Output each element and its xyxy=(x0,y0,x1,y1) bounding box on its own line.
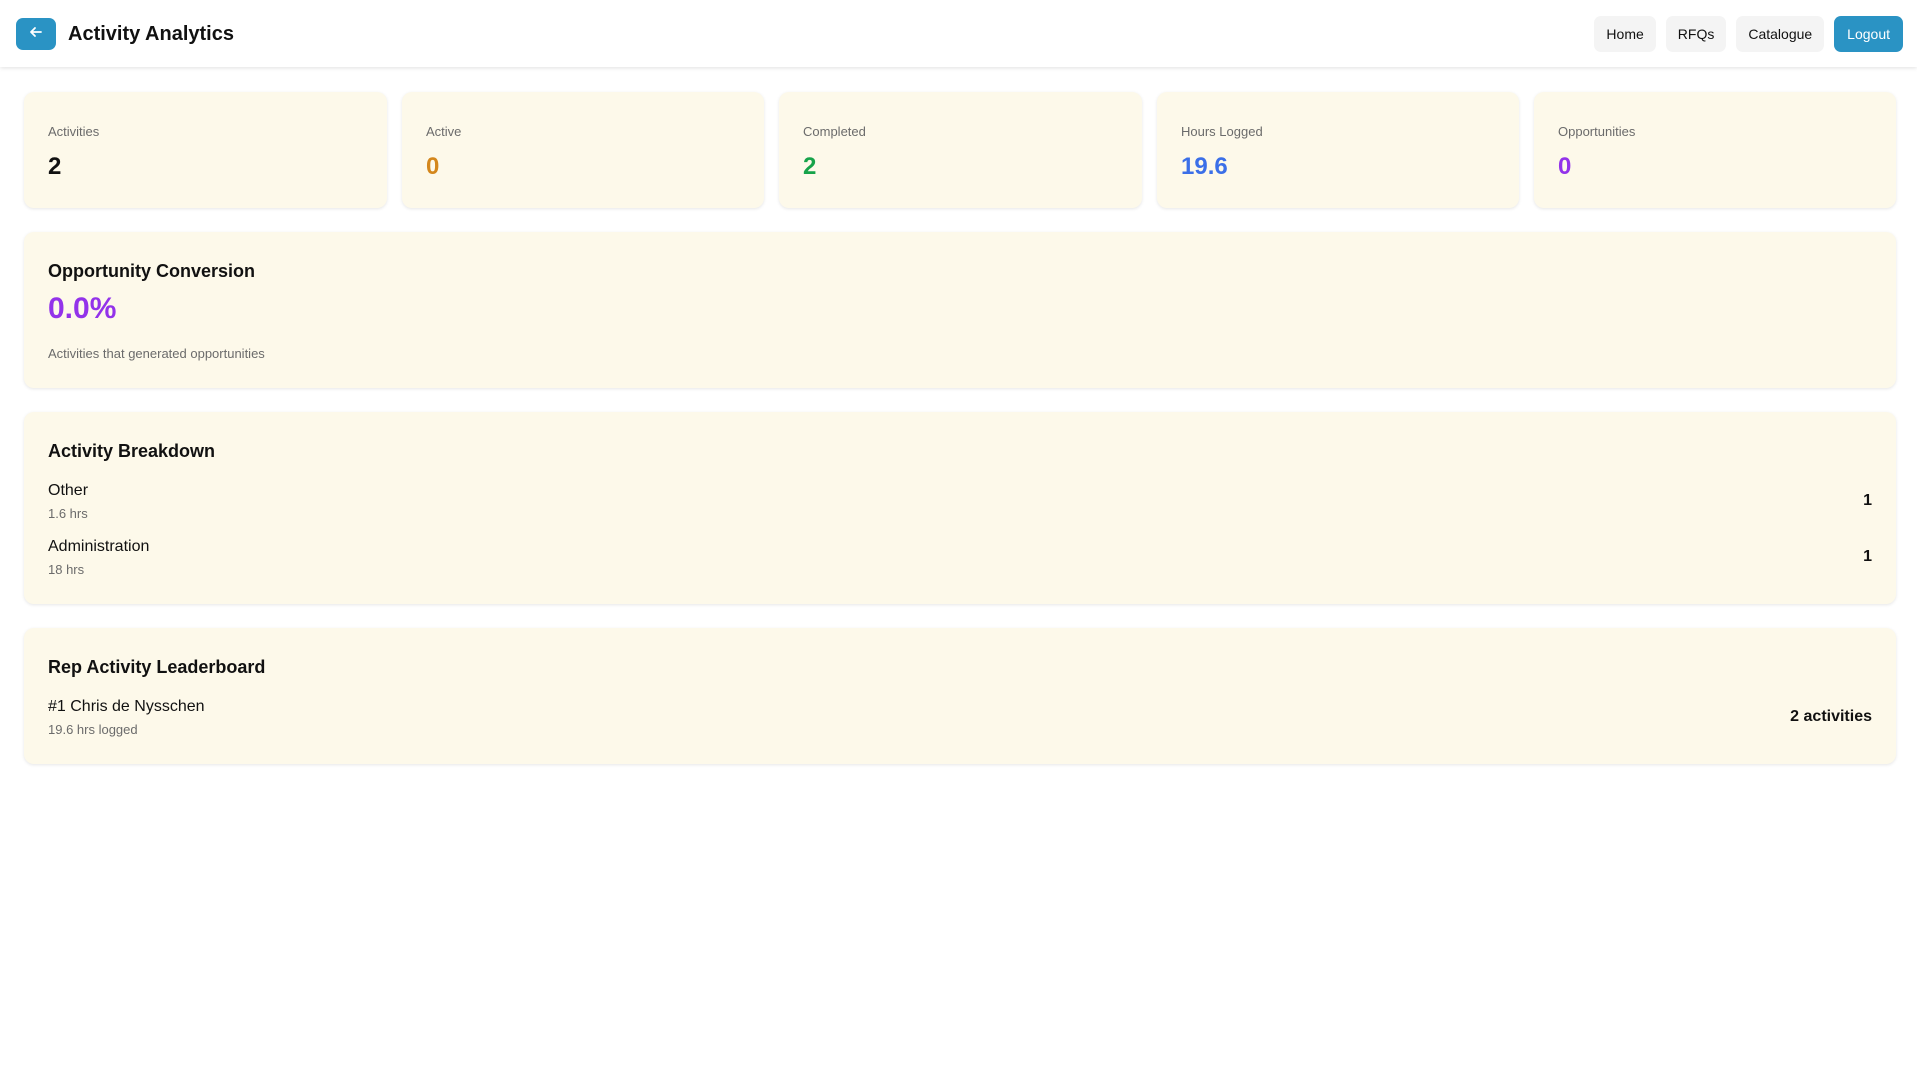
stat-card-activities: Activities 2 xyxy=(24,92,387,208)
section-title: Rep Activity Leaderboard xyxy=(48,657,266,677)
rep-name: #1 Chris de Nysschen xyxy=(48,698,205,715)
stat-card-active: Active 0 xyxy=(402,92,764,208)
stat-card-completed: Completed 2 xyxy=(779,92,1142,208)
activity-type-hours: 1.6 hrs xyxy=(48,506,88,521)
stat-card-hours-logged: Hours Logged 19.6 xyxy=(1157,92,1519,208)
arrow-left-icon xyxy=(29,25,43,44)
activity-breakdown-card: Activity Breakdown Other 1.6 hrs 1 Admin… xyxy=(24,412,1896,604)
rep-activity-count: 2 activities xyxy=(1790,708,1872,725)
stat-label: Opportunities xyxy=(1558,124,1636,139)
stat-value: 2 xyxy=(48,153,62,180)
activity-type-count: 1 xyxy=(1863,548,1872,565)
activity-type-name: Other xyxy=(48,482,89,499)
activity-type-count: 1 xyxy=(1863,492,1872,509)
section-title: Opportunity Conversion xyxy=(48,261,255,281)
activity-type-name: Administration xyxy=(48,538,150,555)
nav-catalogue-button[interactable]: Catalogue xyxy=(1736,16,1825,52)
nav-home-button[interactable]: Home xyxy=(1594,16,1656,52)
nav-rfqs-button[interactable]: RFQs xyxy=(1665,16,1727,52)
page-title: Activity Analytics xyxy=(68,23,234,45)
stat-label: Activities xyxy=(48,124,100,139)
stat-value: 0 xyxy=(1558,153,1572,180)
stat-label: Completed xyxy=(803,124,866,139)
conversion-rate-value: 0.0% xyxy=(48,292,117,325)
conversion-caption: Activities that generated opportunities xyxy=(48,346,265,361)
stat-value: 0 xyxy=(426,153,440,180)
stat-value: 2 xyxy=(803,153,817,180)
stat-label: Active xyxy=(426,124,462,139)
stat-label: Hours Logged xyxy=(1181,124,1263,139)
top-nav: Home RFQs Catalogue Logout xyxy=(1594,16,1903,52)
rep-hours: 19.6 hrs logged xyxy=(48,722,138,737)
rep-leaderboard-card: Rep Activity Leaderboard #1 Chris de Nys… xyxy=(24,628,1896,764)
opportunity-conversion-card: Opportunity Conversion 0.0% Activities t… xyxy=(24,232,1896,388)
back-button[interactable] xyxy=(16,18,56,50)
stat-value: 19.6 xyxy=(1181,153,1228,180)
logout-button[interactable]: Logout xyxy=(1834,16,1903,52)
activity-type-hours: 18 hrs xyxy=(48,562,85,577)
top-bar: Activity Analytics Home RFQs Catalogue L… xyxy=(0,0,1917,67)
section-title: Activity Breakdown xyxy=(48,441,216,461)
stat-card-opportunities: Opportunities 0 xyxy=(1534,92,1896,208)
